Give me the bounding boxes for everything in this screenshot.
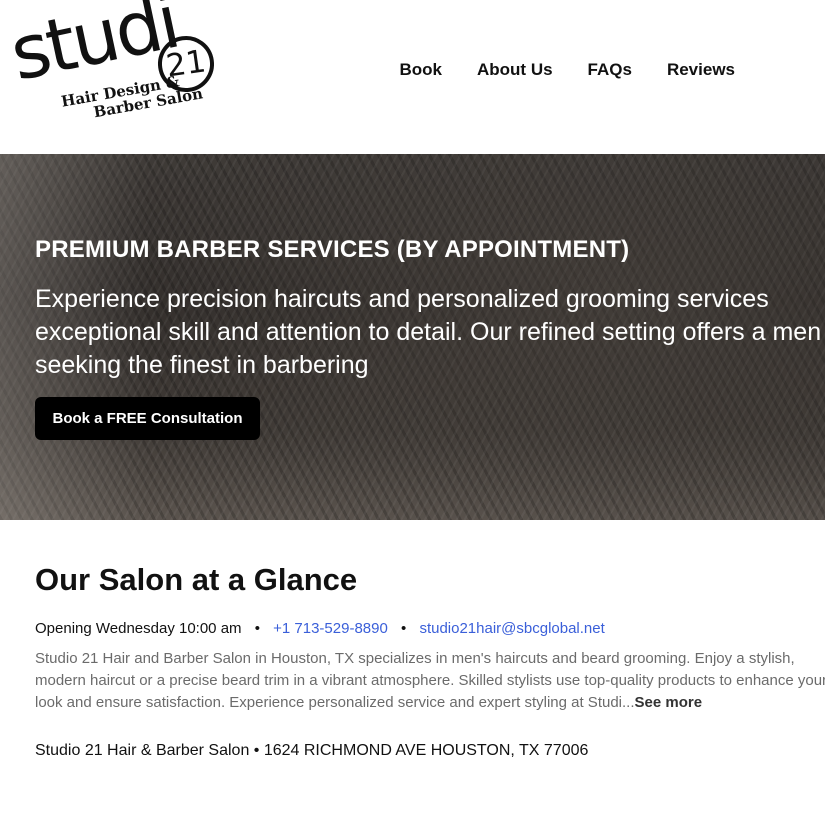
see-more-link[interactable]: See more (635, 694, 703, 711)
nav-reviews[interactable]: Reviews (667, 60, 735, 80)
hero-description: Experience precision haircuts and person… (35, 285, 822, 379)
hero-banner: PREMIUM BARBER SERVICES (BY APPOINTMENT)… (0, 154, 825, 520)
site-header: studi 21 Hair Design & Barber Salon Book… (0, 0, 825, 154)
section-title: Our Salon at a Glance (35, 562, 358, 597)
studio-21-logo[interactable]: studi 21 Hair Design & Barber Salon (3, 0, 218, 134)
hero-title: PREMIUM BARBER SERVICES (BY APPOINTMENT) (35, 236, 630, 263)
salon-address: Studio 21 Hair & Barber Salon • 1624 RIC… (35, 742, 589, 759)
contact-info-line: Opening Wednesday 10:00 am • +1 713-529-… (35, 620, 605, 637)
salon-description-text: Studio 21 Hair and Barber Salon in Houst… (35, 650, 825, 711)
nav-faqs[interactable]: FAQs (588, 60, 632, 80)
opening-hours: Opening Wednesday 10:00 am (35, 620, 242, 637)
nav-about-us[interactable]: About Us (477, 60, 553, 80)
salon-description: Studio 21 Hair and Barber Salon in Houst… (35, 648, 825, 714)
book-consultation-button[interactable]: Book a FREE Consultation (35, 397, 260, 440)
separator-dot: • (401, 620, 407, 637)
email-link[interactable]: studio21hair@sbcglobal.net (419, 620, 604, 637)
main-nav: Book About Us FAQs Reviews (400, 60, 736, 80)
separator-dot: • (254, 620, 260, 637)
nav-book[interactable]: Book (400, 60, 443, 80)
phone-link[interactable]: +1 713-529-8890 (273, 620, 388, 637)
